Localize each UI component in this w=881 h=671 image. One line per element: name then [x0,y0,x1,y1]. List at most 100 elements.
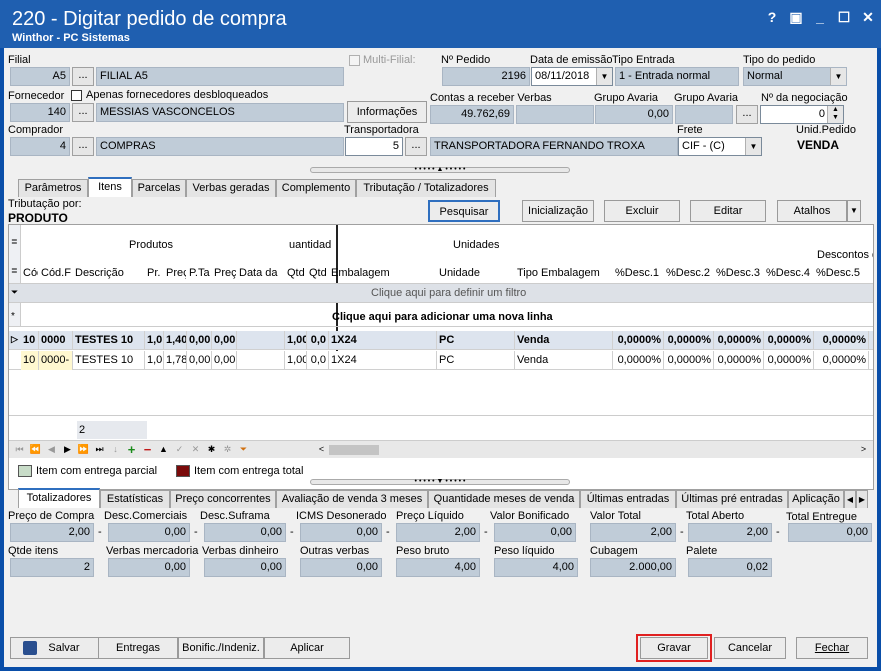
salvar-button[interactable]: Salvar [10,637,102,659]
table-cell[interactable]: 1,78 [164,351,187,370]
column-header[interactable]: Preç [166,267,186,279]
tab-quantidade-meses[interactable]: Quantidade meses de venda [428,490,580,508]
tab-aplicacao[interactable]: Aplicação [788,490,844,508]
negociacao-field[interactable]: 0 ▲ ▼ [760,105,844,124]
table-cell[interactable]: 0,00 [187,331,212,350]
prev-page-icon[interactable]: ⏪ [29,443,42,456]
tab-totalizadores[interactable]: Totalizadores [18,488,100,508]
column-header[interactable]: Cód.F [41,267,72,279]
splitter-handle-2[interactable]: • • • • • ▼ • • • • • [310,478,570,485]
inicializacao-button[interactable]: Inicialização [522,200,594,222]
close-icon[interactable]: ✕ [858,8,878,26]
chevron-down-icon[interactable]: ▼ [830,68,846,85]
next-page-icon[interactable]: ⏩ [77,443,90,456]
column-header[interactable]: Pr. [147,267,163,279]
table-cell[interactable] [237,331,285,350]
cancelar-button[interactable]: Cancelar [714,637,786,659]
multi-filial-checkbox[interactable] [349,55,360,66]
column-header[interactable]: %Desc.5 [816,267,868,279]
tabs-scroll-right-icon[interactable]: ▶ [856,490,868,508]
check-icon[interactable]: ✓ [173,443,186,456]
table-cell[interactable]: 0,0000% [714,331,764,350]
filter-funnel-icon[interactable]: ⏷ [237,443,250,456]
table-cell[interactable]: PC [437,331,515,350]
table-cell[interactable]: 0,0000% [613,351,664,370]
restore-icon[interactable]: ▣ [786,8,806,26]
next-record-icon[interactable]: ▶ [61,443,74,456]
column-header[interactable]: Descrição [75,267,144,279]
table-cell[interactable] [237,351,285,370]
minimize-icon[interactable]: _ [810,8,830,26]
table-cell[interactable]: 0,0 [307,351,329,370]
comprador-lookup-button[interactable]: ... [72,137,94,156]
tab-verbas-geradas[interactable]: Verbas geradas [186,179,276,197]
tab-parametros[interactable]: Parâmetros [18,179,88,197]
table-cell[interactable]: 1X24 [329,331,437,350]
table-cell[interactable]: 0,0 [307,331,329,350]
table-row[interactable]: 10 0000- TESTES 10 1,0 1,78 0,00 0,00 1,00 0,0 1X… [9,351,873,370]
column-header[interactable]: %Desc.4 [766,267,813,279]
table-cell[interactable]: 0000- [39,351,73,370]
table-cell[interactable]: 0000 [39,331,73,350]
tabs-scroll-left-icon[interactable]: ◀ [844,490,856,508]
fornecedor-lookup-button[interactable]: ... [72,103,94,122]
pesquisar-button[interactable]: Pesquisar [428,200,500,222]
column-header[interactable]: Unidade [439,267,514,279]
first-record-icon[interactable]: ⏮ [13,443,26,456]
table-cell[interactable]: 1,0 [145,351,164,370]
column-header[interactable]: Preç [214,267,236,279]
grupo-avaria-lookup-button[interactable]: ... [736,105,758,124]
table-cell[interactable]: 10 [21,351,39,370]
prev-record-icon[interactable]: ◀ [45,443,58,456]
table-cell[interactable]: 1,00 [285,351,307,370]
table-cell[interactable]: 0,00 [212,331,237,350]
bookmark-icon[interactable]: ✲ [221,443,234,456]
table-cell[interactable]: 0,00 [212,351,237,370]
fechar-button[interactable]: Fechar [796,637,868,659]
filial-lookup-button[interactable]: ... [72,67,94,86]
help-icon[interactable]: ? [762,8,782,26]
column-header[interactable]: %Desc.1 [615,267,663,279]
transportadora-lookup-button[interactable]: ... [405,137,427,156]
horizontal-scrollbar-thumb[interactable] [329,445,379,455]
tab-estatisticas[interactable]: Estatísticas [100,490,170,508]
atalhos-button[interactable]: Atalhos [777,200,847,222]
column-header[interactable]: Embalagem [331,267,436,279]
up-icon[interactable]: ▲ [157,443,170,456]
editar-button[interactable]: Editar [690,200,766,222]
spin-icon[interactable]: ▲ ▼ [827,106,843,123]
column-header[interactable]: Tipo Embalagem [517,267,612,279]
frete-select[interactable]: CIF - (C) ▼ [678,137,762,156]
table-cell[interactable]: TESTES 10 [73,331,145,350]
filter-row[interactable]: ⏷ Clique aqui para definir um filtro [9,283,873,303]
tab-itens[interactable]: Itens [88,177,132,197]
table-cell[interactable]: 0,0000% [814,351,869,370]
table-cell[interactable]: PC [437,351,515,370]
splitter-handle[interactable]: • • • • • ▲ • • • • • [310,166,570,173]
filial-code-field[interactable]: A5 [10,67,70,86]
table-cell[interactable]: TESTES 10 [73,351,145,370]
calendar-dropdown-icon[interactable]: ▼ [596,68,612,85]
table-cell[interactable]: 0,0000% [714,351,764,370]
table-cell[interactable]: 1X24 [329,351,437,370]
data-emissao-field[interactable]: 08/11/2018 ▼ [531,67,613,86]
apenas-desbloqueados-checkbox[interactable] [71,90,82,101]
table-cell[interactable]: Venda [515,351,613,370]
maximize-icon[interactable]: ☐ [834,8,854,26]
tab-ultimas-pre-entradas[interactable]: Últimas pré entradas [676,490,788,508]
informacoes-button[interactable]: Informações [347,101,427,123]
column-header[interactable]: Cód [23,267,38,279]
num-pedido-field[interactable]: 2196 [442,67,530,86]
gravar-button[interactable]: Gravar [640,637,708,659]
chevron-down-icon[interactable]: ▼ [745,138,761,155]
table-cell[interactable]: 1,0 [145,331,164,350]
tipo-pedido-select[interactable]: Normal ▼ [743,67,847,86]
table-cell[interactable]: 0,0000% [814,331,869,350]
aplicar-button[interactable]: Aplicar [264,637,350,659]
add-icon[interactable]: + [125,443,138,456]
excluir-button[interactable]: Excluir [604,200,680,222]
table-cell[interactable]: 1,00 [285,331,307,350]
tab-complemento[interactable]: Complemento [276,179,356,197]
scroll-left-icon[interactable]: < [315,443,328,456]
table-cell[interactable]: 0,0000% [764,351,814,370]
